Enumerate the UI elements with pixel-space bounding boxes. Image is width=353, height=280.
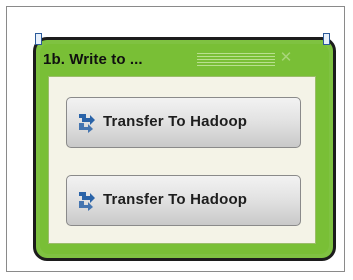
task-transfer-to-hadoop-2[interactable]: Transfer To Hadoop bbox=[66, 175, 301, 226]
drag-grip-lines[interactable] bbox=[197, 53, 275, 68]
designer-canvas[interactable]: 1b. Write to ... ✕ Transfer To Hadoop Tr… bbox=[6, 6, 345, 272]
close-icon[interactable]: ✕ bbox=[278, 49, 294, 67]
connection-port-right[interactable] bbox=[323, 33, 330, 45]
sequence-container[interactable]: 1b. Write to ... ✕ Transfer To Hadoop Tr… bbox=[33, 37, 336, 261]
transfer-arrows-icon bbox=[79, 114, 95, 133]
task-label: Transfer To Hadoop bbox=[103, 113, 248, 130]
task-transfer-to-hadoop-1[interactable]: Transfer To Hadoop bbox=[66, 97, 301, 148]
container-title-bar[interactable]: 1b. Write to ... ✕ bbox=[41, 45, 328, 74]
container-body: Transfer To Hadoop Transfer To Hadoop bbox=[48, 76, 316, 244]
container-title: 1b. Write to ... bbox=[43, 51, 143, 68]
connection-port-left[interactable] bbox=[35, 33, 42, 45]
transfer-arrows-icon bbox=[79, 192, 95, 211]
task-label: Transfer To Hadoop bbox=[103, 191, 248, 208]
